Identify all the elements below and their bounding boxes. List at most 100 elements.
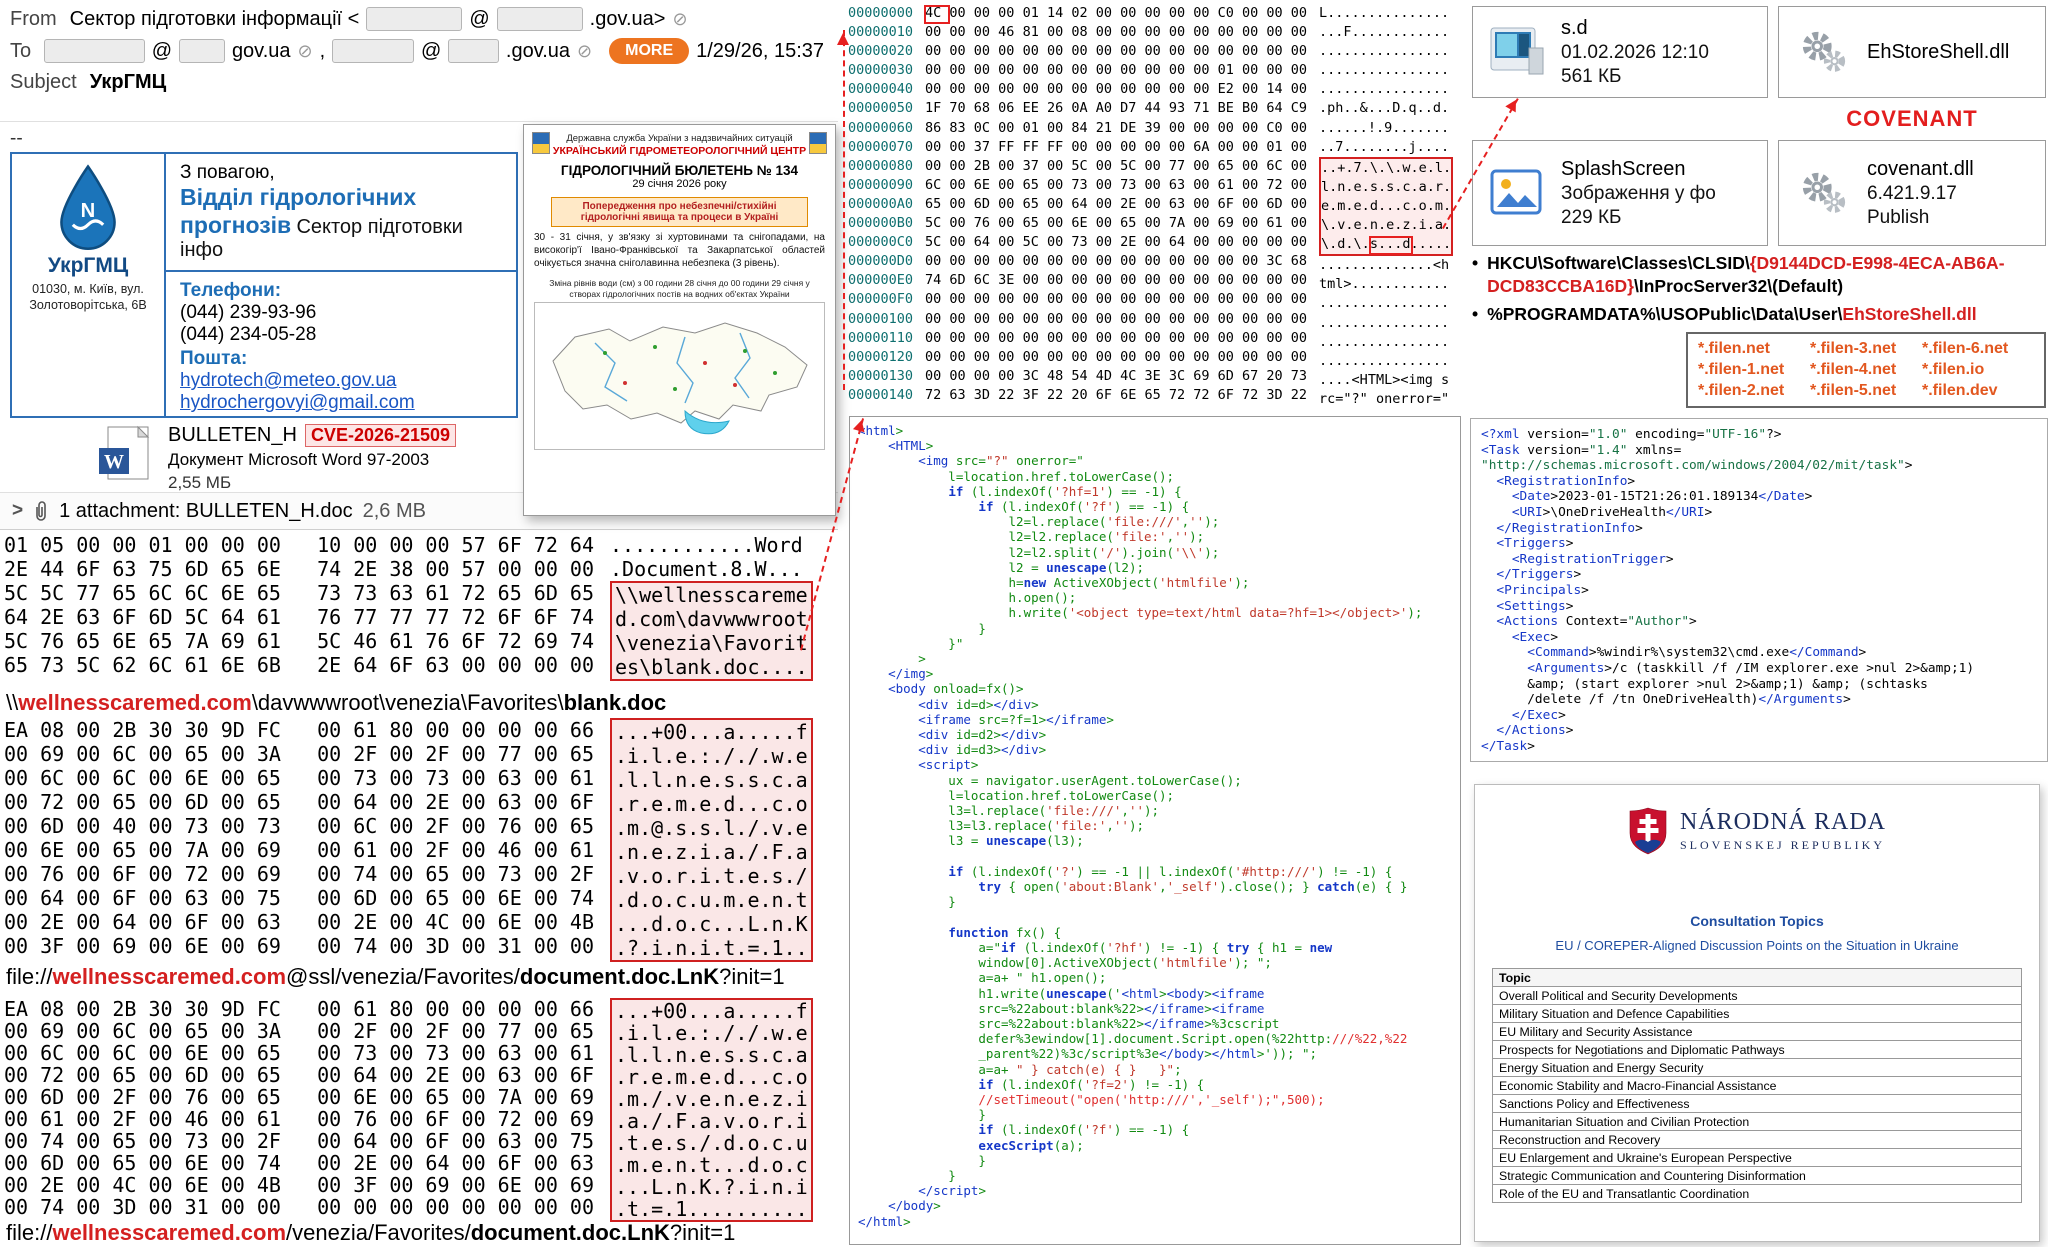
phone-1: (044) 239-93-96 — [180, 302, 502, 324]
allowed-domain: *.filen-1.net — [1698, 361, 1810, 379]
signature-divider — [166, 270, 516, 272]
attachment-chip[interactable]: W BULLETEN_H CVE-2026-21509 Документ Mic… — [96, 424, 536, 493]
topic-row: Overall Political and Security Developme… — [1493, 987, 2022, 1005]
screenshot-root: From Сектор підготовки інформації < @ .g… — [0, 0, 2048, 1247]
caption-domain: wellnesscaremed.com — [52, 1220, 286, 1245]
bulletin-title: ГІДРОЛОГІЧНИЙ БЮЛЕТЕНЬ № 134 — [534, 163, 825, 178]
bulletin-right-emblem — [809, 132, 827, 154]
subject-value: УкрГМЦ — [90, 71, 167, 94]
mail-label: Пошта: — [180, 348, 502, 370]
at-separator: @ — [152, 40, 172, 63]
topic-row: Energy Situation and Energy Security — [1493, 1059, 2022, 1077]
caption-prefix: file:// — [6, 964, 52, 989]
attachment-bar-label: 1 attachment: BULLETEN_H.doc — [59, 500, 352, 523]
bullet-glyph: • — [1472, 303, 1478, 326]
caption-prefix: file:// — [6, 1220, 52, 1245]
caption-mid: /venezia/Favorites/ — [286, 1220, 471, 1245]
parliament-logo: NÁRODNÁ RADA SLOVENSKEJ REPUBLIKY — [1475, 807, 2039, 855]
to-suffix-2: .gov.ua — [506, 40, 570, 63]
hex-bytes: 4C 00 00 00 01 14 02 00 00 00 00 00 C0 0… — [925, 4, 1307, 409]
from-suffix: .gov.ua> — [590, 8, 666, 31]
caption-mid: \davwwwroot\venezia\Favorites\ — [252, 690, 564, 715]
ascii-plain: ............Word .Document.8.W... — [610, 533, 813, 581]
topic-cell: EU Military and Security Assistance — [1493, 1023, 2022, 1041]
topic-cell: Strategic Communication and Countering D… — [1493, 1167, 2022, 1185]
ascii-column: ............Word .Document.8.W... \\well… — [610, 533, 813, 681]
dll-path: %PROGRAMDATA%\USOPublic\Data\User\EhStor… — [1487, 303, 1976, 326]
topic-cell: EU Enlargement and Ukraine's European Pe… — [1493, 1149, 2022, 1167]
caption-mid: @ssl/venezia/Favorites/ — [286, 964, 520, 989]
email-signature-table: N УкрГМЦ 01030, м. Київ, вул. Золотоворі… — [10, 152, 518, 418]
topic-cell: Reconstruction and Recovery — [1493, 1131, 2022, 1149]
attachment-name: BULLETEN_H — [168, 424, 297, 447]
sd-file-name: s.d — [1561, 17, 1709, 40]
signature-email-link-1[interactable]: hydrotech@meteo.gov.ua — [180, 370, 396, 391]
topic-cell: Humanitarian Situation and Civilian Prot… — [1493, 1113, 2022, 1131]
red-annotation-line — [843, 30, 845, 390]
dll-path-prefix: %PROGRAMDATA%\USOPublic\Data\User\ — [1487, 304, 1842, 324]
ukrgmc-waterdrop-logo: N — [49, 164, 127, 250]
bulletin-map-caption: Зміна рівнів води (см) з 00 години 28 сі… — [534, 278, 825, 299]
file-tile-covenant-dll[interactable]: covenant.dll 6.421.9.17 Publish — [1778, 140, 2046, 246]
topic-cell: Prospects for Negotiations and Diplomati… — [1493, 1041, 2022, 1059]
file-tile-splashscreen[interactable]: SplashScreen Зображення у фо 229 КБ — [1472, 140, 1768, 246]
caption-post: ?init=1 — [670, 1220, 735, 1245]
file-tile-ehstoreshell[interactable]: EhStoreShell.dll — [1778, 6, 2046, 98]
caption-domain: wellnesscaremed.com — [52, 964, 286, 989]
expander-chevron-icon[interactable]: > — [12, 500, 23, 522]
recipient-blocked-icon: ⊘ — [298, 41, 313, 62]
dll-file-name: EhStoreShell.dll — [1842, 304, 1976, 324]
document-subtitle: EU / COREPER-Aligned Discussion Points o… — [1475, 938, 2039, 953]
bulletin-warning-box: Попередження про небезпечні/стихійні гід… — [551, 197, 807, 227]
topic-cell: Energy Situation and Energy Security — [1493, 1059, 2022, 1077]
topic-row: Sanctions Policy and Effectiveness — [1493, 1095, 2022, 1113]
registry-path-suffix: \InProcServer32\(Default) — [1634, 276, 1843, 296]
topic-row: Economic Stability and Macro-Financial A… — [1493, 1077, 2022, 1095]
header-divider — [0, 121, 838, 122]
ascii-path-highlight: \\wellnesscareme d.com\davwwwroot \venez… — [610, 581, 813, 681]
hexdump-lnk-header-editor: 00000000 00000010 00000020 00000030 0000… — [848, 4, 1453, 409]
redacted-from-domain — [497, 7, 583, 31]
recipient-blocked-icon: ⊘ — [577, 41, 592, 62]
hex-bytes: EA 08 00 2B 30 30 9D FC 00 61 80 00 00 0… — [4, 998, 594, 1218]
ehstoreshell-file-name: EhStoreShell.dll — [1867, 41, 2009, 64]
allowed-domain: *.filen.io — [1922, 361, 2034, 379]
from-label: From — [10, 8, 57, 31]
org-name: УкрГМЦ — [48, 254, 128, 278]
bulletin-date: 29 січня 2026 року — [534, 178, 825, 190]
more-recipients-button[interactable]: MORE — [609, 38, 689, 64]
ascii-column: L............... ...F............ ......… — [1319, 4, 1453, 409]
caption-prefix: \\ — [6, 690, 18, 715]
to-label: To — [10, 40, 31, 63]
allowed-domain: *.filen-4.net — [1810, 361, 1922, 379]
file-tile-sd[interactable]: s.d 01.02.2026 12:10 561 КБ — [1472, 6, 1768, 98]
ascii-column: ...+00...a.....f .i.l.e.:././.w.e .l.l.n… — [610, 998, 813, 1222]
topic-row: Military Situation and Defence Capabilit… — [1493, 1005, 2022, 1023]
ascii-column: ...+00...a.....f .i.l.e.:././.w.e .l.l.n… — [610, 718, 813, 962]
bulletin-doc-preview: Державна служба України з надзвичайних с… — [523, 124, 836, 516]
signature-email-link-2[interactable]: hydrochergovyi@gmail.com — [180, 392, 415, 413]
decoy-document-preview: NÁRODNÁ RADA SLOVENSKEJ REPUBLIKY Consul… — [1474, 784, 2040, 1242]
caption-file: document.doc.LnK — [471, 1220, 670, 1245]
hexdump-lnk-ssl: EA 08 00 2B 30 30 9D FC 00 61 80 00 00 0… — [4, 718, 813, 962]
topics-table: Topic Overall Political and Security Dev… — [1492, 968, 2022, 1203]
topic-row: Role of the EU and Transatlantic Coordin… — [1493, 1185, 2022, 1203]
redacted-from-user — [366, 7, 462, 31]
attachment-type: Документ Microsoft Word 97-2003 — [168, 450, 456, 470]
sd-filename-highlight — [1369, 236, 1413, 255]
email-to-row: To @ gov.ua ⊘ , @ .gov.ua ⊘ MORE 1/29/26… — [10, 38, 838, 64]
comma-separator: , — [320, 40, 326, 63]
bulletin-center-line: УКРАЇНСЬКИЙ ГІДРОМЕТЕОРОЛОГІЧНИЙ ЦЕНТР — [534, 145, 825, 157]
topic-cell: Military Situation and Defence Capabilit… — [1493, 1005, 2022, 1023]
topic-row: EU Military and Security Assistance — [1493, 1023, 2022, 1041]
splashscreen-file-name: SplashScreen — [1561, 158, 1716, 181]
hexdump-lnk: EA 08 00 2B 30 30 9D FC 00 61 80 00 00 0… — [4, 998, 813, 1222]
attachment-bar-size: 2,6 MB — [363, 500, 426, 523]
to-suffix-1: gov.ua — [232, 40, 291, 63]
sd-file-date: 01.02.2026 12:10 — [1561, 42, 1709, 64]
splashscreen-file-type: Зображення у фо — [1561, 183, 1716, 205]
sender-blocked-icon: ⊘ — [672, 9, 687, 30]
ukraine-map-graphic — [535, 303, 824, 449]
topic-cell: Economic Stability and Macro-Financial A… — [1493, 1077, 2022, 1095]
topics-column-header: Topic — [1493, 969, 2022, 987]
